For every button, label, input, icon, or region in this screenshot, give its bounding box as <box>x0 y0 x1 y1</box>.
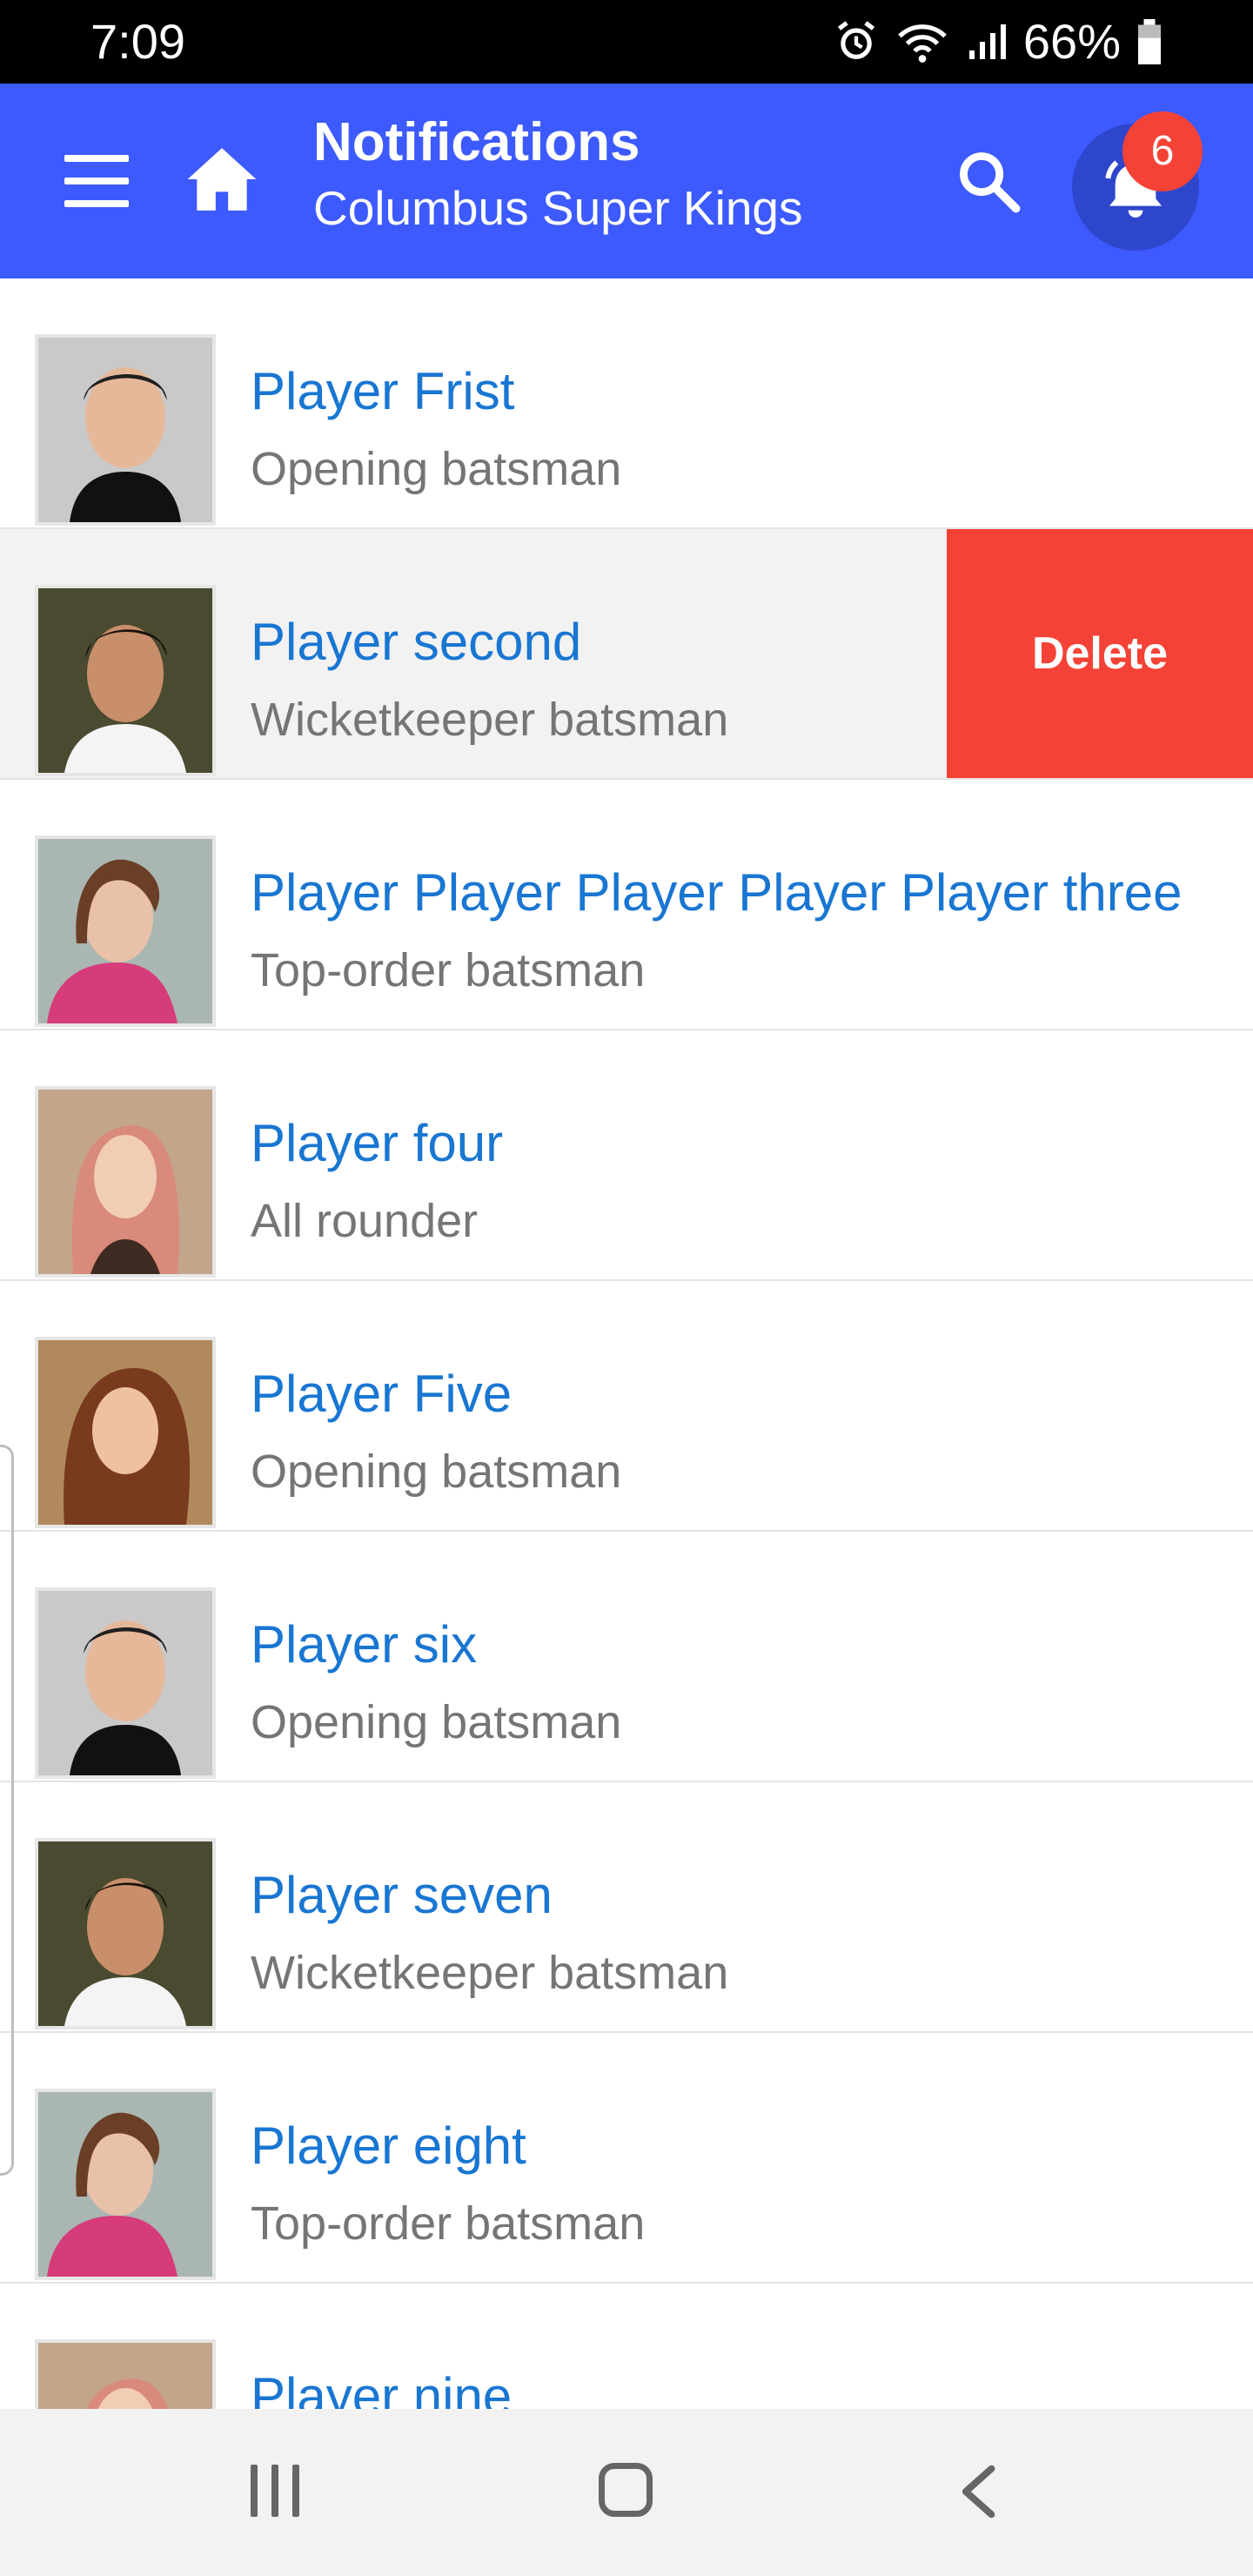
wifi-icon <box>898 24 947 63</box>
list-item[interactable]: Player Frist Opening batsman <box>0 278 1253 529</box>
avatar <box>35 1337 216 1528</box>
player-name: Player seven <box>251 1866 553 1924</box>
battery-percent: 66% <box>1022 14 1121 69</box>
player-role: Opening batsman <box>251 1696 622 1748</box>
player-name: Player nine <box>251 2367 513 2409</box>
avatar <box>35 2089 216 2280</box>
list-item[interactable]: Player Player Player Player Player three… <box>0 780 1253 1030</box>
player-name: Player Player Player Player Player three <box>251 863 1183 922</box>
battery-icon <box>1138 19 1161 64</box>
list-item[interactable]: Player four All rounder <box>0 1030 1253 1281</box>
alarm-icon <box>837 21 874 59</box>
status-icons: 66% <box>834 12 1163 71</box>
player-role: Top-order batsman <box>251 2197 646 2250</box>
delete-button[interactable]: Delete <box>947 529 1253 778</box>
player-role: Top-order batsman <box>251 944 646 996</box>
home-icon[interactable] <box>184 144 259 214</box>
player-role: Opening batsman <box>251 443 622 495</box>
avatar <box>35 334 216 526</box>
system-nav-bar <box>0 2409 1253 2576</box>
avatar <box>35 1838 216 2029</box>
page-subtitle: Columbus Super Kings <box>313 181 803 235</box>
page-title: Notifications <box>313 112 640 172</box>
avatar <box>35 1086 216 1278</box>
avatar <box>35 1587 216 1779</box>
app-bar: Notifications Columbus Super Kings 6 <box>0 84 1253 278</box>
list-item[interactable]: Player eight Top-order batsman <box>0 2033 1253 2284</box>
avatar <box>35 585 216 776</box>
avatar <box>35 2339 216 2409</box>
notification-count-badge: 6 <box>1122 111 1203 191</box>
scroll-indicator[interactable] <box>0 1445 14 2176</box>
signal-icon <box>968 24 1006 59</box>
status-bar: 7:09 66% <box>0 0 1253 84</box>
player-role: Opening batsman <box>251 1446 622 1498</box>
player-role: Wicketkeeper batsman <box>251 1947 729 1999</box>
list-item[interactable]: Player seven Wicketkeeper batsman <box>0 1782 1253 2033</box>
player-role: All rounder <box>251 1195 479 1247</box>
home-circle-icon[interactable] <box>599 2463 653 2517</box>
list-item[interactable]: Player six Opening batsman <box>0 1532 1253 1782</box>
status-time: 7:09 <box>90 14 185 69</box>
search-icon[interactable] <box>955 146 1022 216</box>
back-icon[interactable] <box>957 2463 997 2520</box>
avatar <box>35 835 216 1027</box>
player-name: Player Five <box>251 1365 513 1423</box>
player-name: Player four <box>251 1114 504 1172</box>
player-name: Player Frist <box>251 362 515 420</box>
list-item-swiped[interactable]: Player second Wicketkeeper batsman Delet… <box>0 529 1253 780</box>
list-item[interactable]: Player nine <box>0 2284 1253 2409</box>
menu-icon[interactable] <box>64 151 129 209</box>
player-name: Player six <box>251 1615 478 1674</box>
player-name: Player eight <box>251 2116 526 2175</box>
recents-icon[interactable] <box>249 2465 301 2517</box>
list-item[interactable]: Player Five Opening batsman <box>0 1281 1253 1532</box>
player-name: Player second <box>251 613 582 671</box>
player-role: Wicketkeeper batsman <box>251 694 729 746</box>
player-list: Player Frist Opening batsman Player seco… <box>0 278 1253 2409</box>
